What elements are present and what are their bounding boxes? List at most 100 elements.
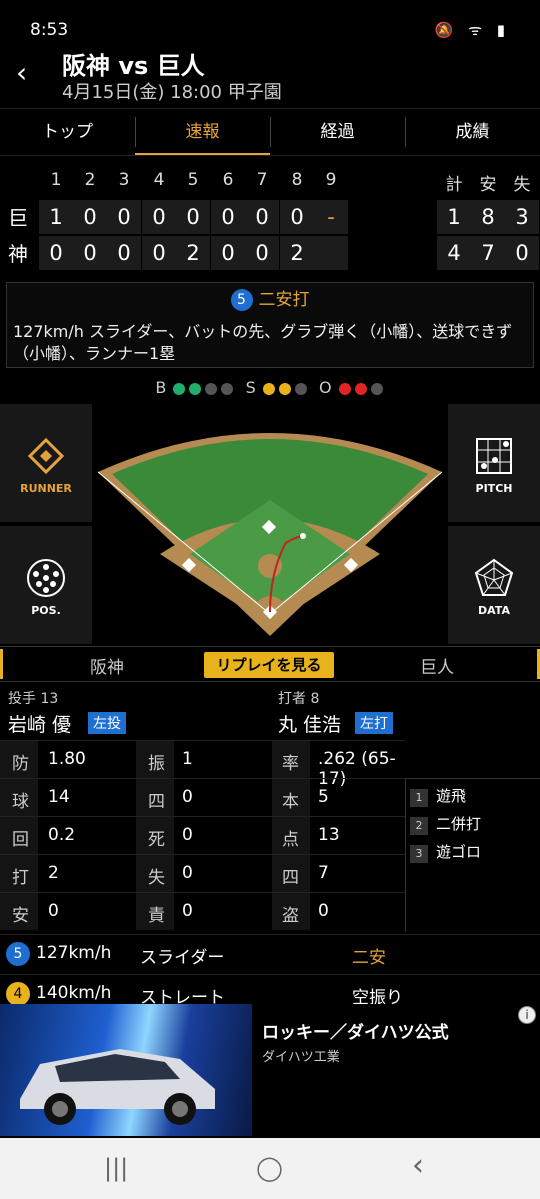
- runner-icon: [27, 437, 65, 475]
- stat-value: 0.2: [48, 825, 76, 845]
- stat-key: 責: [148, 906, 165, 926]
- batter-name[interactable]: 丸 佳浩: [278, 710, 341, 737]
- pitch-number-badge: 5: [230, 289, 253, 311]
- outs-label: O: [318, 378, 332, 397]
- nav-back-icon[interactable]: ‹: [412, 1148, 424, 1183]
- inning-score: 0: [211, 200, 245, 234]
- at-bat-item: 3 遊ゴロ: [410, 841, 481, 863]
- stat-key: 四: [282, 868, 299, 888]
- pitch-button[interactable]: PITCH: [448, 404, 540, 522]
- inning-score: 0: [73, 200, 107, 234]
- tab-top[interactable]: トップ: [0, 109, 135, 155]
- total-runs: 1: [437, 200, 471, 234]
- inning-header: 3: [118, 170, 130, 190]
- inning-header: 2: [84, 170, 96, 190]
- out-indicator: [338, 382, 351, 395]
- inning-score: 0: [107, 236, 141, 270]
- total-errors: 0: [505, 236, 539, 270]
- data-button[interactable]: DATA: [448, 526, 540, 644]
- tab-live[interactable]: 速報: [135, 109, 270, 155]
- ad-image[interactable]: [0, 1004, 252, 1136]
- stats-row: 防 1.80 振 1 率 .262 (65-17): [0, 740, 405, 789]
- stat-key: 本: [282, 792, 299, 812]
- at-bat-item: 2 二併打: [410, 813, 481, 835]
- pitch-result: 空振り: [352, 988, 403, 1006]
- car-image: [20, 1049, 215, 1125]
- stats-row: 球 14 四 0 本 5: [0, 778, 405, 816]
- team-away: 巨: [8, 206, 28, 230]
- replay-button[interactable]: リプレイを見る: [204, 652, 334, 678]
- inning-header: 1: [50, 170, 62, 190]
- inning-score: 0: [107, 200, 141, 234]
- inning-header: 7: [256, 170, 268, 190]
- ad-title[interactable]: ロッキー／ダイハツ公式: [262, 1018, 449, 1043]
- stat-value: 1.80: [48, 749, 86, 769]
- stat-value: 1: [182, 749, 193, 769]
- status-icons: 🔕 ᯤ ▮: [434, 21, 510, 39]
- inning-header: 8: [291, 170, 303, 190]
- home-icon[interactable]: ◯: [256, 1154, 283, 1182]
- ball-indicator: [189, 382, 202, 395]
- pitch-label: PITCH: [475, 482, 513, 495]
- back-icon[interactable]: ‹: [16, 58, 40, 88]
- pitcher-role: 投手 13: [8, 691, 59, 707]
- tab-progress[interactable]: 経過: [270, 109, 405, 155]
- at-bat-history: 1 遊飛 2 二併打 3 遊ゴロ: [405, 778, 540, 932]
- out-indicator: [370, 382, 383, 395]
- radar-chart-icon: [474, 558, 514, 596]
- total-header: 計: [445, 175, 463, 195]
- stat-key: 率: [282, 754, 299, 774]
- stat-value: 0: [182, 825, 193, 845]
- ball-indicator: [205, 382, 218, 395]
- stat-value: 0: [318, 901, 329, 921]
- pitch-row[interactable]: 5 127km/h スライダー 二安: [0, 934, 540, 972]
- play-result: 二安打: [258, 290, 310, 310]
- stat-key: 球: [12, 792, 29, 812]
- pitch-type: ストレート: [140, 988, 225, 1006]
- scoreboard: 1 2 3 4 5 6 7 8 9 計 安 失 巨 1 0 0 0 0 0 0 …: [0, 162, 540, 274]
- pitch-speed: 127km/h: [36, 943, 112, 963]
- stat-key: 振: [148, 754, 165, 774]
- matchup: 投手 13 岩崎 優 左投 打者 8 丸 佳浩 左打: [0, 684, 540, 736]
- stat-value: 2: [48, 863, 59, 883]
- total-header: 安: [479, 175, 497, 195]
- inning-score: 0: [142, 236, 176, 270]
- at-bat-item: 1 遊飛: [410, 785, 466, 807]
- ad-info-icon[interactable]: i: [518, 1006, 536, 1024]
- stat-key: 失: [148, 868, 165, 888]
- out-indicator: [354, 382, 367, 395]
- pitch-number-badge: 5: [6, 942, 30, 966]
- stats-row: 安 0 責 0 盗 0: [0, 892, 405, 930]
- team-home-button[interactable]: 阪神: [90, 653, 124, 678]
- game-info: 4月15日(金) 18:00 甲子園: [62, 82, 282, 103]
- inning-header: 4: [153, 170, 165, 190]
- batter-hand-badge: 左打: [355, 712, 393, 734]
- batter-role: 打者 8: [278, 691, 320, 707]
- pitch-list: 5 127km/h スライダー 二安 4 140km/h ストレート 空振り: [0, 934, 540, 1006]
- stat-key: 盗: [282, 906, 299, 926]
- stat-value: 0: [48, 901, 59, 921]
- stat-value: 13: [318, 825, 340, 845]
- stat-value: 0: [182, 787, 193, 807]
- ball-count: B S O: [0, 378, 540, 402]
- inning-score: 2: [176, 236, 210, 270]
- ad-banner[interactable]: ロッキー／ダイハツ公式 ダイハツ工業 i: [0, 1004, 540, 1136]
- pitch-row[interactable]: 4 140km/h ストレート 空振り: [0, 974, 540, 1006]
- status-bar: 8:53 🔕 ᯤ ▮: [0, 0, 540, 44]
- inning-score: -: [314, 200, 348, 234]
- inning-score: 0: [211, 236, 245, 270]
- runner-button[interactable]: RUNNER: [0, 404, 92, 522]
- stats-row: 打 2 失 0 四 7: [0, 854, 405, 892]
- inning-score: 0: [245, 236, 279, 270]
- tab-stats[interactable]: 成績: [405, 109, 540, 155]
- stat-value: 7: [318, 863, 329, 883]
- inning-score: 0: [73, 236, 107, 270]
- recents-icon[interactable]: |||: [104, 1154, 128, 1182]
- pitch-type: スライダー: [140, 948, 225, 968]
- total-runs: 4: [437, 236, 471, 270]
- total-header: 失: [513, 175, 531, 195]
- team-away-button[interactable]: 巨人: [420, 653, 454, 678]
- pitcher-name[interactable]: 岩崎 優: [8, 710, 71, 737]
- status-time: 8:53: [30, 20, 69, 40]
- pos-button[interactable]: POS.: [0, 526, 92, 644]
